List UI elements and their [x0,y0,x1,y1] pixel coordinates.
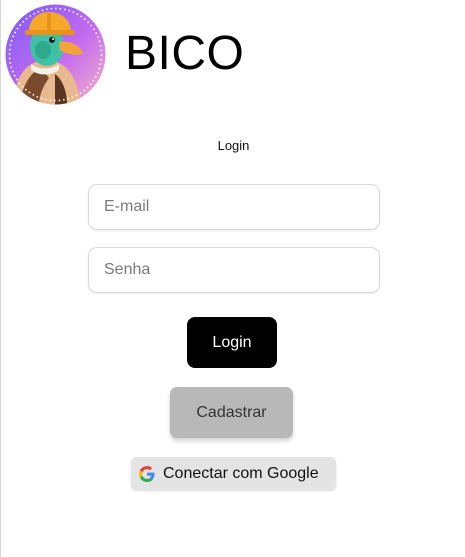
register-button[interactable]: Cadastrar [170,387,293,438]
form-title: Login [217,138,250,153]
brand-title: BICO [125,27,245,80]
google-connect-label: Conectar com Google [163,464,319,482]
email-field[interactable] [88,184,380,230]
google-g-icon [139,465,155,482]
google-connect-button[interactable]: Conectar com Google [131,457,336,490]
password-field[interactable] [88,247,380,293]
login-button[interactable]: Login [187,317,277,368]
duck-hardhat-logo-icon [5,4,106,105]
login-page: BICO Login Login Cadastrar Conectar com … [0,0,465,557]
